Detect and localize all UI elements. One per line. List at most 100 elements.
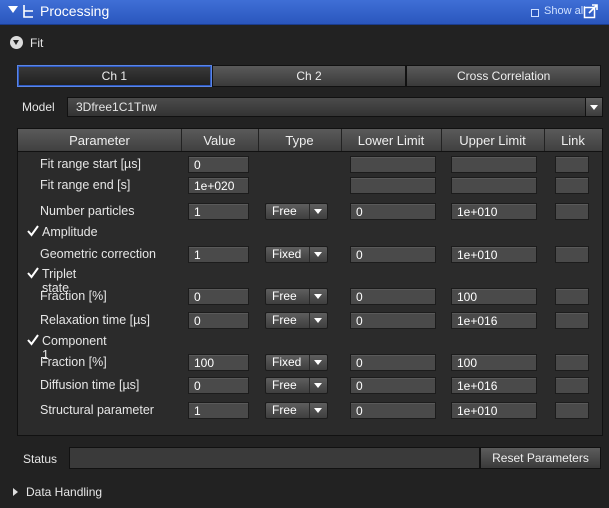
link-field[interactable]: [555, 402, 589, 419]
type-value: Free: [272, 313, 297, 327]
tab-cross-correlation[interactable]: Cross Correlation: [406, 65, 602, 87]
value-field[interactable]: 0: [188, 288, 249, 305]
table-header: Parameter Value Type Lower Limit Upper L…: [18, 129, 602, 152]
type-select[interactable]: Fixed: [265, 246, 328, 263]
checkmark-icon[interactable]: [26, 266, 40, 280]
value-field[interactable]: 1: [188, 402, 249, 419]
lower-limit-field[interactable]: 0: [350, 312, 436, 329]
fit-section-label: Fit: [30, 36, 44, 50]
lower-limit-field[interactable]: 0: [350, 377, 436, 394]
chevron-down-icon[interactable]: [309, 378, 327, 393]
collapse-triangle-icon[interactable]: [8, 6, 18, 13]
model-row: Model 3Dfree1C1Tnw: [17, 97, 603, 117]
model-label: Model: [22, 100, 55, 114]
data-handling-section-header[interactable]: Data Handling: [0, 483, 200, 501]
status-row: Status Reset Parameters: [17, 447, 601, 469]
chevron-down-icon[interactable]: [309, 204, 327, 219]
upper-limit-field[interactable]: 1e+016: [451, 377, 537, 394]
expand-fit-icon[interactable]: [10, 36, 23, 49]
processing-tree-icon: [23, 5, 33, 18]
parameter-label: Fit range end [s]: [40, 178, 131, 192]
link-field[interactable]: [555, 354, 589, 371]
checkmark-icon[interactable]: [26, 224, 40, 238]
upper-limit-field[interactable]: 100: [451, 288, 537, 305]
status-field: [69, 447, 480, 469]
group-label: Amplitude: [42, 225, 98, 239]
tab-ch1-label: Ch 1: [101, 69, 128, 83]
link-field[interactable]: [555, 288, 589, 305]
upper-limit-field[interactable]: 1e+010: [451, 402, 537, 419]
show-all-checkbox[interactable]: [531, 9, 539, 17]
type-value: Fixed: [272, 355, 302, 369]
lower-limit-field[interactable]: [350, 156, 436, 173]
value-field[interactable]: 1: [188, 203, 249, 220]
type-value: Free: [272, 378, 297, 392]
value-field[interactable]: 0: [188, 156, 249, 173]
model-select[interactable]: 3Dfree1C1Tnw: [67, 97, 603, 117]
chevron-down-icon[interactable]: [309, 289, 327, 304]
fit-section-header[interactable]: Fit: [0, 34, 200, 52]
upper-limit-field[interactable]: 1e+010: [451, 203, 537, 220]
checkmark-icon[interactable]: [26, 333, 40, 347]
link-field[interactable]: [555, 156, 589, 173]
type-value: Free: [272, 289, 297, 303]
upper-limit-field[interactable]: 1e+010: [451, 246, 537, 263]
upper-limit-field[interactable]: [451, 177, 537, 194]
chevron-down-icon[interactable]: [309, 247, 327, 262]
header-lower-limit: Lower Limit: [341, 129, 442, 151]
model-value: 3Dfree1C1Tnw: [76, 100, 157, 114]
value-field[interactable]: 0: [188, 377, 249, 394]
chevron-down-icon[interactable]: [309, 313, 327, 328]
type-value: Free: [272, 403, 297, 417]
expand-triangle-icon[interactable]: [13, 488, 18, 496]
status-label: Status: [23, 452, 58, 466]
type-select[interactable]: Free: [265, 377, 328, 394]
tab-ch2[interactable]: Ch 2: [211, 65, 407, 87]
link-field[interactable]: [555, 246, 589, 263]
parameter-label: Geometric correction: [40, 247, 157, 261]
type-select[interactable]: Free: [265, 402, 328, 419]
value-field[interactable]: 1: [188, 246, 249, 263]
type-select[interactable]: Free: [265, 288, 328, 305]
lower-limit-field[interactable]: [350, 177, 436, 194]
lower-limit-field[interactable]: 0: [350, 288, 436, 305]
tab-ch1[interactable]: Ch 1: [17, 65, 212, 87]
parameter-label: Structural parameter: [40, 403, 154, 417]
lower-limit-field[interactable]: 0: [350, 354, 436, 371]
header-type: Type: [258, 129, 342, 151]
data-handling-label: Data Handling: [26, 485, 103, 499]
link-field[interactable]: [555, 312, 589, 329]
type-value: Free: [272, 204, 297, 218]
undock-icon[interactable]: [583, 3, 599, 19]
value-field[interactable]: 100: [188, 354, 249, 371]
tab-ch2-label: Ch 2: [296, 69, 322, 83]
value-field[interactable]: 0: [188, 312, 249, 329]
link-field[interactable]: [555, 177, 589, 194]
panel-titlebar[interactable]: Processing Show all: [0, 0, 609, 25]
lower-limit-field[interactable]: 0: [350, 246, 436, 263]
parameter-label: Fraction [%]: [40, 355, 107, 369]
type-select[interactable]: Free: [265, 203, 328, 220]
header-parameter: Parameter: [18, 129, 182, 151]
reset-parameters-button[interactable]: Reset Parameters: [480, 447, 601, 469]
upper-limit-field[interactable]: [451, 156, 537, 173]
type-select[interactable]: Free: [265, 312, 328, 329]
parameter-table: Parameter Value Type Lower Limit Upper L…: [17, 128, 603, 436]
show-all-label[interactable]: Show all: [544, 5, 586, 17]
upper-limit-field[interactable]: 100: [451, 354, 537, 371]
parameter-label: Fit range start [µs]: [40, 157, 141, 171]
lower-limit-field[interactable]: 0: [350, 402, 436, 419]
type-select[interactable]: Fixed: [265, 354, 328, 371]
chevron-down-icon[interactable]: [585, 98, 602, 116]
chevron-down-icon[interactable]: [309, 355, 327, 370]
link-field[interactable]: [555, 203, 589, 220]
header-value: Value: [181, 129, 259, 151]
panel-title: Processing: [40, 3, 110, 19]
value-field[interactable]: 1e+020: [188, 177, 249, 194]
upper-limit-field[interactable]: 1e+016: [451, 312, 537, 329]
chevron-down-icon[interactable]: [309, 403, 327, 418]
channel-tabs: Ch 1 Ch 2 Cross Correlation: [17, 65, 602, 87]
link-field[interactable]: [555, 377, 589, 394]
lower-limit-field[interactable]: 0: [350, 203, 436, 220]
parameter-label: Number particles: [40, 204, 135, 218]
